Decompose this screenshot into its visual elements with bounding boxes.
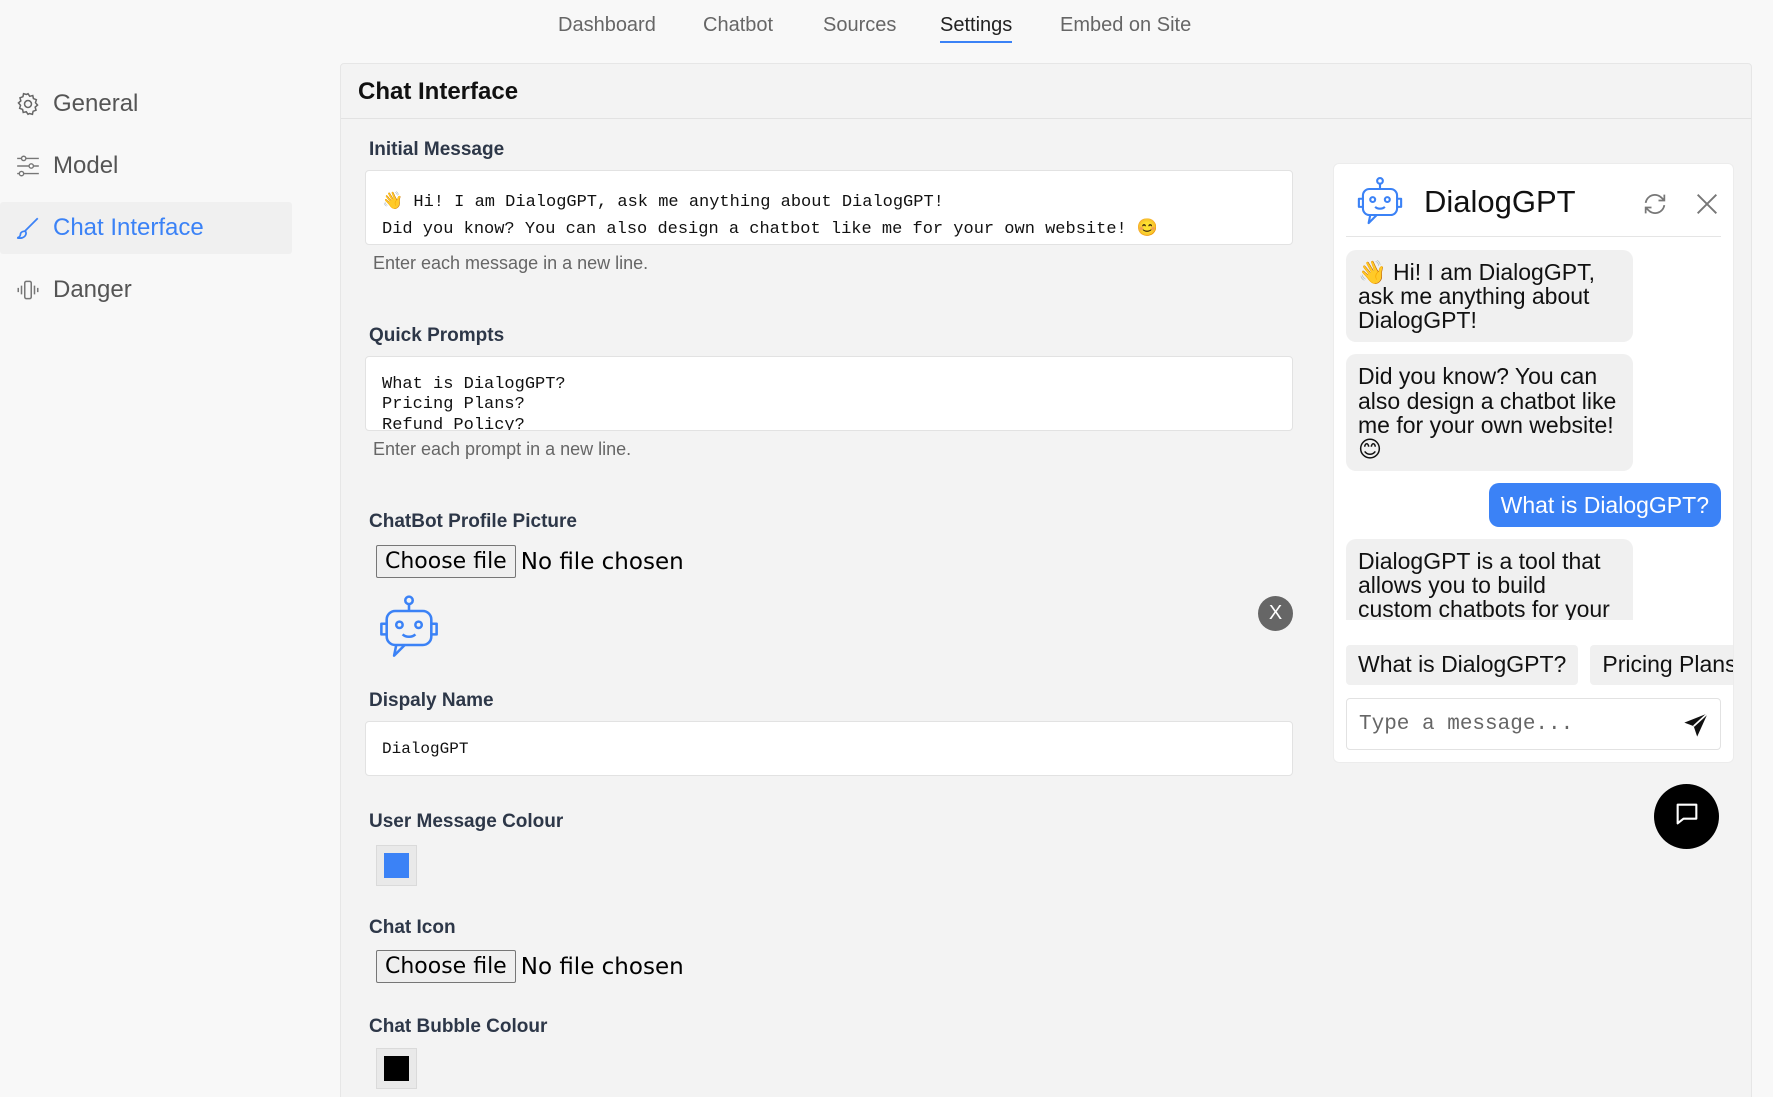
chat-preview-widget: DialogGPT 👋 Hi! I am DialogGPT, ask me a… [1333,163,1734,763]
gear-icon [15,91,41,117]
chat-bubble-colour-picker[interactable] [376,1048,417,1089]
sidebar: General Model Chat Interface Danger [0,78,295,326]
chat-header: DialogGPT [1346,164,1721,237]
profile-picture-label: ChatBot Profile Picture [369,511,577,532]
sidebar-item-label: General [53,90,139,117]
chat-icon-label: Chat Icon [369,917,456,938]
chat-launcher-button[interactable] [1654,784,1719,849]
display-name-input[interactable]: DialogGPT [365,721,1293,776]
tab-dashboard[interactable]: Dashboard [558,14,656,37]
refresh-icon[interactable] [1641,190,1669,218]
message-composer [1346,698,1721,750]
chat-bubble-icon [1673,800,1701,833]
chat-bubble-colour-swatch [384,1056,409,1081]
sidebar-item-model[interactable]: Model [0,140,295,192]
profile-picture-file-input: Choose file No file chosen [376,545,684,578]
initial-message-help: Enter each message in a new line. [373,253,649,273]
choose-file-button[interactable]: Choose file [376,545,516,578]
quick-prompts-label: Quick Prompts [369,325,505,346]
sidebar-item-chat-interface[interactable]: Chat Interface [0,202,292,254]
remove-profile-picture-button[interactable]: X [1258,596,1293,631]
tab-settings[interactable]: Settings [940,14,1013,43]
file-status: No file chosen [520,953,684,980]
quick-prompt-line: Pricing Plans? [382,395,525,415]
message-input[interactable] [1347,699,1677,749]
user-message-colour-swatch [384,853,409,878]
bot-message: 👋 Hi! I am DialogGPT, ask me anything ab… [1346,250,1633,343]
quick-prompt-chip[interactable]: Pricing Plans? [1590,645,1733,685]
sidebar-item-danger[interactable]: Danger [0,264,295,316]
display-name-value: DialogGPT [382,740,469,758]
sidebar-item-general[interactable]: General [0,78,295,130]
robot-avatar-icon [374,594,444,662]
quick-prompt-line: Refund Policy? [382,415,525,431]
quick-prompt-line: What is DialogGPT? [382,375,566,394]
bot-message: DialogGPT is a tool that allows you to b… [1346,539,1633,620]
top-nav: Dashboard Chatbot Sources Settings Embed… [0,0,1773,52]
file-status: No file chosen [520,548,684,575]
brush-icon [15,215,41,241]
tab-sources[interactable]: Sources [823,14,896,37]
chat-icon-file-input: Choose file No file chosen [376,950,684,983]
initial-message-label: Initial Message [369,139,505,160]
tab-embed-on-site[interactable]: Embed on Site [1060,14,1191,37]
initial-message-textarea[interactable]: 👋 Hi! I am DialogGPT, ask me anything ab… [365,170,1293,245]
choose-file-button[interactable]: Choose file [376,950,516,983]
quick-prompts-help: Enter each prompt in a new line. [373,439,632,459]
initial-message-line: Did you know? You can also design a chat… [382,220,1159,240]
panel-title: Chat Interface [341,64,1751,119]
sidebar-item-label: Danger [53,276,132,303]
quick-prompt-chip[interactable]: What is DialogGPT? [1346,645,1579,685]
user-message: What is DialogGPT? [1488,482,1721,528]
sliders-icon [15,153,41,179]
send-icon[interactable] [1682,711,1710,739]
bot-message: Did you know? You can also design a chat… [1346,354,1633,471]
tab-chatbot[interactable]: Chatbot [703,14,773,37]
display-name-label: Dispaly Name [369,690,494,711]
robot-avatar-icon [1354,176,1406,228]
chat-messages: 👋 Hi! I am DialogGPT, ask me anything ab… [1346,250,1721,620]
quick-prompt-chips: What is DialogGPT? Pricing Plans? [1346,645,1733,685]
sidebar-item-label: Model [53,152,119,179]
vibration-icon [15,277,41,303]
user-message-colour-picker[interactable] [376,845,417,886]
quick-prompts-textarea[interactable]: What is DialogGPT? Pricing Plans? Refund… [365,356,1293,431]
chat-bubble-colour-label: Chat Bubble Colour [369,1016,548,1037]
close-icon[interactable] [1693,190,1721,218]
initial-message-line: 👋 Hi! I am DialogGPT, ask me anything ab… [382,193,944,212]
sidebar-item-label: Chat Interface [53,214,204,241]
chat-title: DialogGPT [1424,184,1576,219]
user-message-colour-label: User Message Colour [369,811,564,832]
